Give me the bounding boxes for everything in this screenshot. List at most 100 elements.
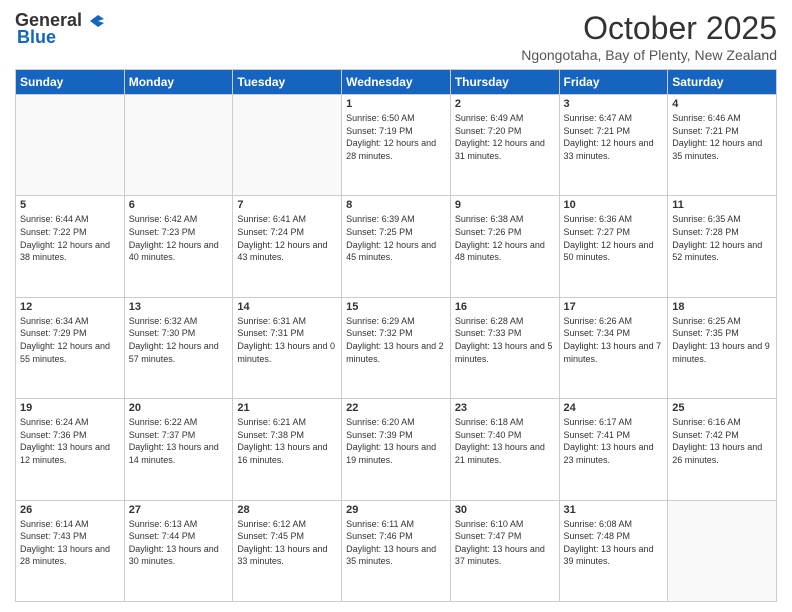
col-header-monday: Monday [124, 70, 233, 95]
calendar-cell: 25 Sunrise: 6:16 AMSunset: 7:42 PMDayligh… [668, 399, 777, 500]
day-info: Sunrise: 6:10 AMSunset: 7:47 PMDaylight:… [455, 518, 555, 568]
day-info: Sunrise: 6:46 AMSunset: 7:21 PMDaylight:… [672, 112, 772, 162]
day-number: 21 [237, 402, 337, 414]
header: General Blue October 2025 Ngongotaha, Ba… [15, 10, 777, 63]
calendar-cell: 14 Sunrise: 6:31 AMSunset: 7:31 PMDayligh… [233, 297, 342, 398]
day-number: 20 [129, 402, 229, 414]
day-info: Sunrise: 6:50 AMSunset: 7:19 PMDaylight:… [346, 112, 446, 162]
day-number: 15 [346, 301, 446, 313]
col-header-saturday: Saturday [668, 70, 777, 95]
day-info: Sunrise: 6:20 AMSunset: 7:39 PMDaylight:… [346, 416, 446, 466]
day-info: Sunrise: 6:22 AMSunset: 7:37 PMDaylight:… [129, 416, 229, 466]
calendar-cell: 9Sunrise: 6:38 AMSunset: 7:26 PMDaylight… [450, 196, 559, 297]
calendar-cell: 27Sunrise: 6:13 AMSunset: 7:44 PMDayligh… [124, 500, 233, 601]
day-info: Sunrise: 6:44 AMSunset: 7:22 PMDaylight:… [20, 213, 120, 263]
calendar-cell: 3 Sunrise: 6:47 AMSunset: 7:21 PMDaylight… [559, 95, 668, 196]
calendar-cell: 23Sunrise: 6:18 AMSunset: 7:40 PMDayligh… [450, 399, 559, 500]
calendar-cell: 15 Sunrise: 6:29 AMSunset: 7:32 PMDayligh… [342, 297, 451, 398]
day-info: Sunrise: 6:25 AMSunset: 7:35 PMDaylight:… [672, 315, 772, 365]
day-info: Sunrise: 6:41 AMSunset: 7:24 PMDaylight:… [237, 213, 337, 263]
calendar-week-row: 12 Sunrise: 6:34 AMSunset: 7:29 PMDayligh… [16, 297, 777, 398]
logo-blue-text: Blue [17, 27, 56, 48]
calendar-cell: 28 Sunrise: 6:12 AMSunset: 7:45 PMDayligh… [233, 500, 342, 601]
col-header-wednesday: Wednesday [342, 70, 451, 95]
day-info: Sunrise: 6:16 AMSunset: 7:42 PMDaylight:… [672, 416, 772, 466]
day-number: 23 [455, 402, 555, 414]
calendar-cell: 8 Sunrise: 6:39 AMSunset: 7:25 PMDaylight… [342, 196, 451, 297]
day-number: 19 [20, 402, 120, 414]
calendar-week-row: 5Sunrise: 6:44 AMSunset: 7:22 PMDaylight… [16, 196, 777, 297]
day-info: Sunrise: 6:17 AMSunset: 7:41 PMDaylight:… [564, 416, 664, 466]
month-title: October 2025 [521, 10, 777, 47]
day-info: Sunrise: 6:13 AMSunset: 7:44 PMDaylight:… [129, 518, 229, 568]
day-info: Sunrise: 6:26 AMSunset: 7:34 PMDaylight:… [564, 315, 664, 365]
day-number: 8 [346, 199, 446, 211]
logo-bird-icon [84, 13, 106, 29]
calendar-cell: 30 Sunrise: 6:10 AMSunset: 7:47 PMDayligh… [450, 500, 559, 601]
calendar-cell [16, 95, 125, 196]
calendar-cell: 18 Sunrise: 6:25 AMSunset: 7:35 PMDayligh… [668, 297, 777, 398]
day-number: 6 [129, 199, 229, 211]
calendar-cell: 4 Sunrise: 6:46 AMSunset: 7:21 PMDaylight… [668, 95, 777, 196]
day-number: 14 [237, 301, 337, 313]
calendar-cell: 29 Sunrise: 6:11 AMSunset: 7:46 PMDayligh… [342, 500, 451, 601]
calendar-cell: 19 Sunrise: 6:24 AMSunset: 7:36 PMDayligh… [16, 399, 125, 500]
day-number: 30 [455, 504, 555, 516]
day-number: 31 [564, 504, 664, 516]
calendar-cell [124, 95, 233, 196]
calendar-cell [668, 500, 777, 601]
calendar-cell [233, 95, 342, 196]
calendar-cell: 26 Sunrise: 6:14 AMSunset: 7:43 PMDayligh… [16, 500, 125, 601]
day-number: 18 [672, 301, 772, 313]
day-info: Sunrise: 6:32 AMSunset: 7:30 PMDaylight:… [129, 315, 229, 365]
calendar-table: SundayMondayTuesdayWednesdayThursdayFrid… [15, 69, 777, 602]
col-header-friday: Friday [559, 70, 668, 95]
calendar-cell: 13 Sunrise: 6:32 AMSunset: 7:30 PMDayligh… [124, 297, 233, 398]
col-header-thursday: Thursday [450, 70, 559, 95]
calendar-cell: 1 Sunrise: 6:50 AMSunset: 7:19 PMDaylight… [342, 95, 451, 196]
logo: General Blue [15, 10, 106, 48]
day-info: Sunrise: 6:14 AMSunset: 7:43 PMDaylight:… [20, 518, 120, 568]
day-info: Sunrise: 6:35 AMSunset: 7:28 PMDaylight:… [672, 213, 772, 263]
page: General Blue October 2025 Ngongotaha, Ba… [0, 0, 792, 612]
day-number: 22 [346, 402, 446, 414]
day-info: Sunrise: 6:47 AMSunset: 7:21 PMDaylight:… [564, 112, 664, 162]
calendar-cell: 7Sunrise: 6:41 AMSunset: 7:24 PMDaylight… [233, 196, 342, 297]
calendar-week-row: 26 Sunrise: 6:14 AMSunset: 7:43 PMDayligh… [16, 500, 777, 601]
day-number: 12 [20, 301, 120, 313]
day-number: 13 [129, 301, 229, 313]
day-info: Sunrise: 6:39 AMSunset: 7:25 PMDaylight:… [346, 213, 446, 263]
day-info: Sunrise: 6:12 AMSunset: 7:45 PMDaylight:… [237, 518, 337, 568]
day-number: 26 [20, 504, 120, 516]
calendar-week-row: 19 Sunrise: 6:24 AMSunset: 7:36 PMDayligh… [16, 399, 777, 500]
day-number: 17 [564, 301, 664, 313]
day-info: Sunrise: 6:42 AMSunset: 7:23 PMDaylight:… [129, 213, 229, 263]
calendar-cell: 24 Sunrise: 6:17 AMSunset: 7:41 PMDayligh… [559, 399, 668, 500]
day-info: Sunrise: 6:11 AMSunset: 7:46 PMDaylight:… [346, 518, 446, 568]
calendar-cell: 12 Sunrise: 6:34 AMSunset: 7:29 PMDayligh… [16, 297, 125, 398]
calendar-cell: 21Sunrise: 6:21 AMSunset: 7:38 PMDayligh… [233, 399, 342, 500]
calendar-cell: 20 Sunrise: 6:22 AMSunset: 7:37 PMDayligh… [124, 399, 233, 500]
day-number: 2 [455, 98, 555, 110]
day-number: 28 [237, 504, 337, 516]
day-info: Sunrise: 6:34 AMSunset: 7:29 PMDaylight:… [20, 315, 120, 365]
day-number: 10 [564, 199, 664, 211]
title-block: October 2025 Ngongotaha, Bay of Plenty, … [521, 10, 777, 63]
day-number: 24 [564, 402, 664, 414]
day-info: Sunrise: 6:49 AMSunset: 7:20 PMDaylight:… [455, 112, 555, 162]
day-info: Sunrise: 6:31 AMSunset: 7:31 PMDaylight:… [237, 315, 337, 365]
day-number: 16 [455, 301, 555, 313]
col-header-tuesday: Tuesday [233, 70, 342, 95]
day-info: Sunrise: 6:24 AMSunset: 7:36 PMDaylight:… [20, 416, 120, 466]
day-info: Sunrise: 6:36 AMSunset: 7:27 PMDaylight:… [564, 213, 664, 263]
calendar-week-row: 1 Sunrise: 6:50 AMSunset: 7:19 PMDaylight… [16, 95, 777, 196]
day-number: 4 [672, 98, 772, 110]
day-number: 3 [564, 98, 664, 110]
calendar-cell: 17 Sunrise: 6:26 AMSunset: 7:34 PMDayligh… [559, 297, 668, 398]
day-number: 25 [672, 402, 772, 414]
day-number: 1 [346, 98, 446, 110]
col-header-sunday: Sunday [16, 70, 125, 95]
day-number: 29 [346, 504, 446, 516]
calendar-cell: 22 Sunrise: 6:20 AMSunset: 7:39 PMDayligh… [342, 399, 451, 500]
day-info: Sunrise: 6:29 AMSunset: 7:32 PMDaylight:… [346, 315, 446, 365]
